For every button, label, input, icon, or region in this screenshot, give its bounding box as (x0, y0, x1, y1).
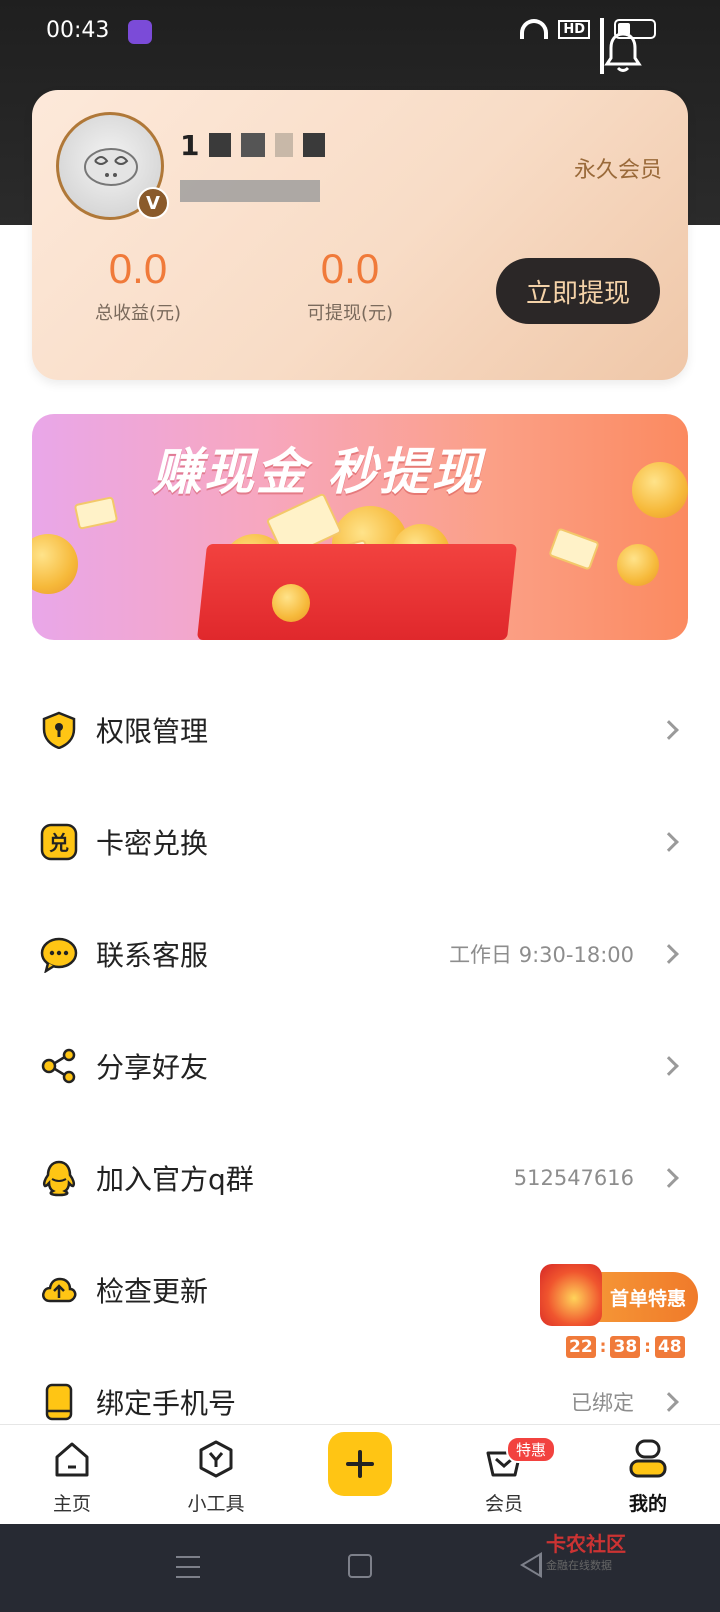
plus-icon (346, 1450, 374, 1478)
chevron-right-icon (659, 832, 679, 852)
menu-item-label: 卡密兑换 (96, 827, 209, 860)
menu-item-value: 工作日 9:30-18:00 (449, 943, 634, 967)
watermark: 卡农社区 金融在线数据 (546, 1532, 626, 1572)
timer-seconds: 48 (654, 1336, 685, 1358)
status-time: 00:43 (46, 18, 110, 43)
profile-card: V 1 永久会员 0.0 总收益(元) 0.0 可提现(元) 立即提现 (32, 90, 688, 380)
total-income-value: 0.0 (108, 245, 168, 292)
nav-label: 主页 (52, 1493, 91, 1515)
profile-icon (629, 1439, 667, 1478)
menu-item-label: 加入官方q群 (96, 1163, 254, 1196)
user-id-masked (180, 180, 320, 202)
coin-icon (617, 544, 659, 586)
chevron-right-icon (659, 1056, 679, 1076)
share-icon (41, 1048, 76, 1084)
nav-item-tools[interactable]: 小工具 (156, 1425, 276, 1525)
back-triangle-icon[interactable] (520, 1552, 542, 1578)
notification-app-icon (128, 20, 152, 44)
menu-item-label: 检查更新 (96, 1275, 209, 1308)
vip-badge-icon: V (137, 187, 169, 219)
exchange-icon: 兑 (40, 823, 78, 861)
first-order-promo[interactable]: 首单特惠 22 : 38 : 48 (540, 1264, 698, 1366)
add-button[interactable] (328, 1432, 392, 1496)
menu-item-value: 已绑定 (571, 1391, 634, 1415)
notification-bell-icon[interactable] (604, 30, 642, 74)
menu-item-share-friends[interactable]: 分享好友 (0, 1010, 720, 1122)
countdown-timer: 22 : 38 : 48 (566, 1336, 685, 1358)
chevron-right-icon (659, 1392, 679, 1412)
phone-icon (45, 1383, 73, 1421)
menu-item-permissions[interactable]: 权限管理 (0, 674, 720, 786)
avatar[interactable]: V (56, 112, 169, 220)
coin-icon (272, 584, 310, 622)
withdrawable-label: 可提现(元) (306, 303, 394, 324)
coin-icon (32, 534, 78, 594)
withdrawable-value: 0.0 (320, 245, 380, 292)
total-income-label: 总收益(元) (94, 303, 182, 324)
promo-banner[interactable]: 赚现金 秒提现 (32, 414, 688, 640)
home-square-icon[interactable] (348, 1554, 372, 1578)
menu-item-label: 绑定手机号 (96, 1387, 237, 1420)
chevron-right-icon (659, 1168, 679, 1188)
menu-item-value: 512547616 (513, 1166, 634, 1190)
hd-icon: HD (558, 19, 590, 39)
timer-hours: 22 (566, 1336, 596, 1358)
menu-item-customer-service[interactable]: 联系客服 工作日 9:30-18:00 (0, 898, 720, 1010)
coin-icon (632, 462, 688, 518)
nav-item-mine[interactable]: 我的 (588, 1425, 708, 1525)
chevron-right-icon (659, 944, 679, 964)
nav-label: 小工具 (187, 1493, 245, 1515)
tools-icon (199, 1440, 233, 1478)
menu-item-label: 权限管理 (96, 715, 209, 748)
menu-item-join-qq-group[interactable]: 加入官方q群 512547616 (0, 1122, 720, 1234)
wifi-icon (520, 19, 549, 39)
total-income-stat: 0.0 总收益(元) (48, 245, 228, 325)
cloud-upload-icon (42, 1277, 77, 1303)
chevron-right-icon (659, 720, 679, 740)
nav-label: 我的 (628, 1493, 667, 1515)
username-masked: 1 (180, 129, 390, 162)
menu-item-card-exchange[interactable]: 兑 卡密兑换 (0, 786, 720, 898)
menu-item-label: 分享好友 (96, 1051, 209, 1084)
menu-item-label: 联系客服 (96, 939, 209, 972)
vip-status-label: 永久会员 (573, 158, 662, 183)
avatar-face-icon (84, 148, 138, 186)
nav-item-home[interactable]: 主页 (12, 1425, 132, 1525)
home-icon (55, 1442, 89, 1477)
withdrawable-stat: 0.0 可提现(元) (260, 245, 440, 325)
recent-apps-icon[interactable] (176, 1556, 200, 1578)
svg-text:兑: 兑 (49, 831, 69, 855)
chat-bubble-icon (40, 937, 78, 973)
shield-key-icon (42, 711, 76, 749)
withdraw-button[interactable]: 立即提现 (496, 258, 660, 324)
ticket-icon (548, 527, 600, 571)
special-offer-badge: 特惠 (506, 1436, 557, 1463)
timer-minutes: 38 (610, 1336, 641, 1358)
gift-icon (540, 1264, 602, 1326)
red-envelope-icon (196, 544, 518, 640)
qq-penguin-icon (42, 1160, 76, 1197)
nav-label: 会员 (484, 1493, 523, 1515)
ticket-icon (73, 496, 119, 530)
banner-title: 赚现金 秒提现 (152, 443, 484, 501)
